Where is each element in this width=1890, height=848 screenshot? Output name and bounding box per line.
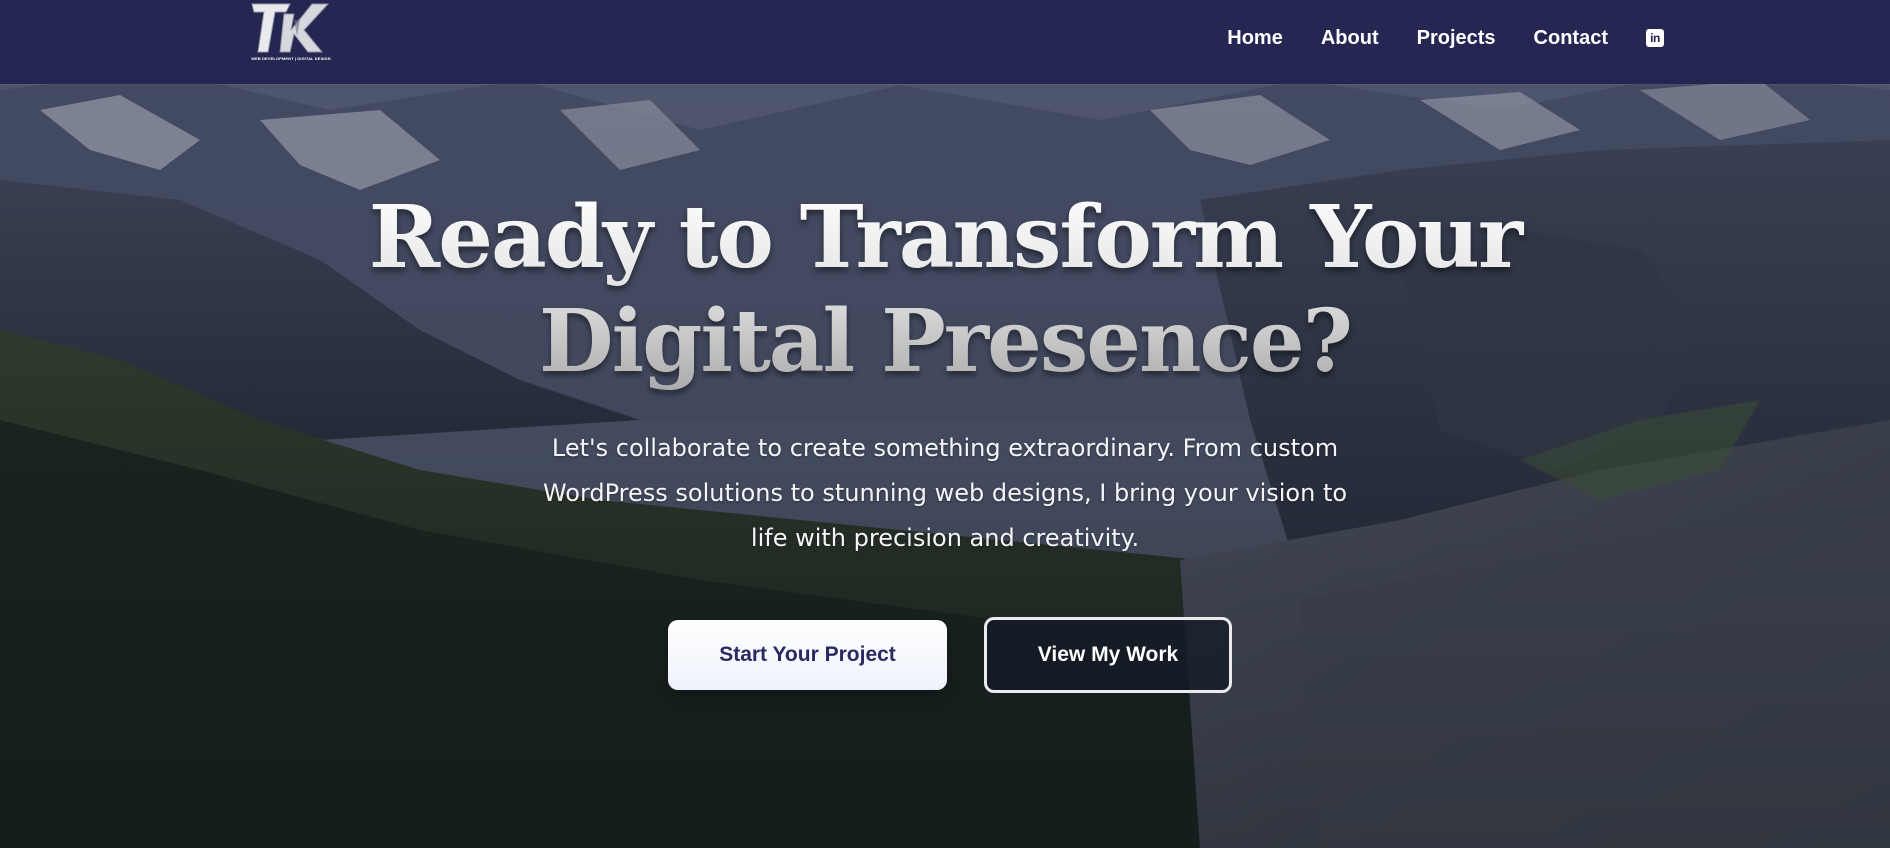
logo-monogram-icon xyxy=(251,3,330,53)
nav-link-projects[interactable]: Projects xyxy=(1417,27,1496,50)
site-header: WEB DEVELOPMENT | DIGITAL DESIGN Home Ab… xyxy=(0,0,1890,84)
hero-subtitle: Let's collaborate to create something ex… xyxy=(542,434,1348,552)
start-your-project-button[interactable]: Start Your Project xyxy=(668,620,947,690)
nav-link-about[interactable]: About xyxy=(1321,27,1379,50)
hero-title-line-2: Digital Presence? xyxy=(539,291,1351,392)
logo-tagline: WEB DEVELOPMENT | DIGITAL DESIGN xyxy=(251,56,331,61)
nav-link-home[interactable]: Home xyxy=(1227,27,1283,50)
hero-title: Ready to Transform Your Digital Presence… xyxy=(0,186,1890,394)
main-navigation: Home About Projects Contact in xyxy=(1227,0,1664,76)
nav-link-contact[interactable]: Contact xyxy=(1534,27,1608,50)
view-my-work-button[interactable]: View My Work xyxy=(984,617,1232,693)
linkedin-icon-glyph: in xyxy=(1650,31,1660,45)
hero-dark-overlay xyxy=(0,0,1890,848)
linkedin-icon[interactable]: in xyxy=(1646,29,1664,47)
site-logo[interactable]: WEB DEVELOPMENT | DIGITAL DESIGN xyxy=(250,0,332,66)
hero-title-line-1: Ready to Transform Your xyxy=(368,187,1522,288)
